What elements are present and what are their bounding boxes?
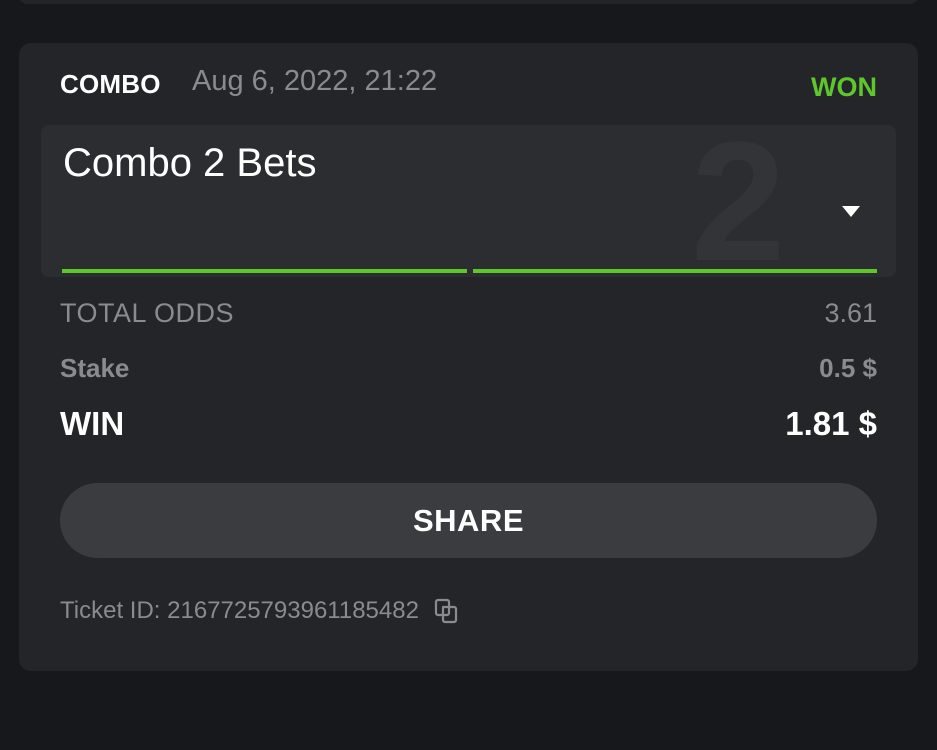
bet-status-badge: WON [811,72,877,102]
total-odds-value: 3.61 [824,298,877,328]
copy-icon[interactable] [433,597,461,625]
caret-down-icon [842,205,860,217]
previous-bet-card [19,0,918,4]
win-value: 1.81 $ [785,405,877,442]
stake-label: Stake [60,353,130,383]
combo-title: Combo 2 Bets [63,141,317,185]
bet-card: COMBO Aug 6, 2022, 21:22 WON 2 Combo 2 B… [19,43,918,671]
bet-date: Aug 6, 2022, 21:22 [192,65,438,97]
combo-count-watermark: 2 [691,125,786,277]
ticket-id-text: Ticket ID: 2167725793961185482 [60,597,419,624]
stake-value: 0.5 $ [819,353,877,383]
share-button[interactable]: SHARE [60,483,877,558]
total-odds-label: TOTAL ODDS [60,298,235,328]
win-label: WIN [60,405,125,442]
expand-combo-button[interactable] [829,193,873,229]
progress-segment [472,269,877,273]
ticket-id-row: Ticket ID: 2167725793961185482 [60,597,461,625]
combo-progress-bar [62,269,877,273]
combo-panel[interactable]: 2 Combo 2 Bets [41,125,896,277]
progress-segment [62,269,467,273]
bet-type-label: COMBO [60,69,161,99]
